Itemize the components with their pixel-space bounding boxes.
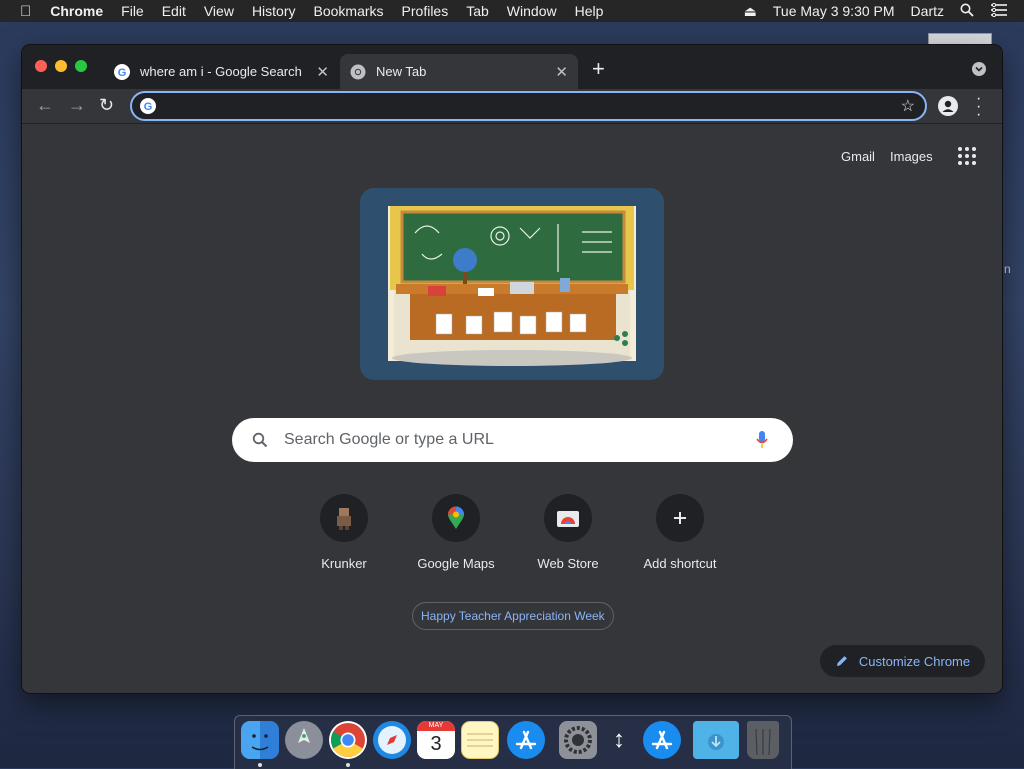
tab-search-icon[interactable] <box>972 62 986 76</box>
google-favicon-icon: G <box>114 63 130 80</box>
notes-icon[interactable] <box>461 721 499 759</box>
menu-view[interactable]: View <box>195 3 243 19</box>
system-preferences-icon[interactable] <box>559 721 597 759</box>
trash-icon[interactable] <box>747 721 779 759</box>
profile-avatar-icon[interactable] <box>938 96 958 116</box>
svg-text:G: G <box>144 101 153 113</box>
zoom-window-button[interactable] <box>75 60 87 72</box>
doodle-promo-chip[interactable]: Happy Teacher Appreciation Week <box>412 602 614 630</box>
back-icon[interactable]: ← <box>36 95 54 116</box>
images-link[interactable]: Images <box>890 149 933 164</box>
menu-window[interactable]: Window <box>498 3 566 19</box>
customize-chrome-button[interactable]: Customize Chrome <box>820 645 985 677</box>
tab-close-icon[interactable]: ✕ <box>555 63 568 81</box>
menu-history[interactable]: History <box>243 3 305 19</box>
address-input[interactable] <box>162 97 901 115</box>
app-store-icon[interactable] <box>643 721 681 759</box>
downloads-folder-icon[interactable] <box>693 721 739 759</box>
menu-bookmarks[interactable]: Bookmarks <box>305 3 393 19</box>
new-tab-page: Gmail Images Search Google or type a URL… <box>22 124 1002 693</box>
google-doodle[interactable] <box>360 188 664 380</box>
tab-title: New Tab <box>376 64 427 79</box>
forward-icon[interactable]: → <box>68 95 86 116</box>
doodle-classroom-illustration <box>388 206 636 366</box>
desktop-partial-text: n <box>1004 262 1011 276</box>
menu-file[interactable]: File <box>112 3 153 19</box>
omnibox[interactable]: G ☆ <box>130 91 927 121</box>
macos-menubar:  Chrome File Edit View History Bookmark… <box>0 0 1024 22</box>
search-icon <box>252 432 268 448</box>
menubar-clock[interactable]: Tue May 3 9:30 PM <box>765 3 903 19</box>
chrome-favicon-icon <box>350 64 366 79</box>
tab-google-search[interactable]: G where am i - Google Search ✕ <box>104 54 339 89</box>
calendar-day: 3 <box>430 733 442 755</box>
shortcut-krunker[interactable]: Krunker <box>288 494 400 571</box>
running-indicator <box>346 763 350 767</box>
tab-title: where am i - Google Search <box>140 64 302 79</box>
menu-help[interactable]: Help <box>566 3 613 19</box>
menu-profiles[interactable]: Profiles <box>393 3 458 19</box>
gmail-link[interactable]: Gmail <box>841 149 875 164</box>
menu-edit[interactable]: Edit <box>153 3 195 19</box>
google-apps-icon[interactable] <box>958 147 976 165</box>
tab-strip: G where am i - Google Search ✕ New Tab ✕… <box>22 45 1002 89</box>
shortcut-web-store[interactable]: Web Store <box>512 494 624 571</box>
close-window-button[interactable] <box>35 60 47 72</box>
chrome-icon[interactable] <box>329 721 367 759</box>
webstore-icon <box>544 494 592 542</box>
ntp-search-input[interactable] <box>282 430 755 450</box>
shortcut-label: Google Maps <box>417 556 495 571</box>
macos-dock: MAY 3 ↕ <box>234 715 792 769</box>
app-store-icon[interactable] <box>507 721 545 759</box>
apple-menu-icon[interactable]:  <box>0 3 41 20</box>
maps-pin-icon <box>432 494 480 542</box>
shortcut-label: Add shortcut <box>643 556 717 571</box>
tab-new-tab[interactable]: New Tab ✕ <box>340 54 578 89</box>
control-center-icon[interactable] <box>982 2 1024 20</box>
shortcut-google-maps[interactable]: Google Maps <box>400 494 512 571</box>
tab-close-icon[interactable]: ✕ <box>316 63 329 81</box>
reload-icon[interactable]: ↻ <box>99 95 114 116</box>
pencil-icon <box>836 656 847 666</box>
spotlight-icon[interactable] <box>952 3 982 20</box>
running-indicator <box>258 763 262 767</box>
krunker-icon <box>320 494 368 542</box>
voice-search-mic-icon[interactable] <box>755 430 769 450</box>
eject-icon[interactable]: ⏏ <box>736 3 765 20</box>
menu-tab[interactable]: Tab <box>457 3 498 19</box>
shortcut-label: Krunker <box>321 556 367 571</box>
menubar-user[interactable]: Dartz <box>903 3 952 19</box>
plus-icon <box>656 494 704 542</box>
shortcut-add[interactable]: Add shortcut <box>624 494 736 571</box>
resize-cursor-icon: ↕ <box>613 726 625 753</box>
launchpad-icon[interactable] <box>285 721 323 759</box>
ntp-search-box[interactable] <box>232 418 793 462</box>
bookmark-star-icon[interactable]: ☆ <box>901 96 915 116</box>
svg-text:G: G <box>118 67 127 79</box>
chrome-window: G where am i - Google Search ✕ New Tab ✕… <box>22 45 1002 693</box>
new-tab-button[interactable]: + <box>592 58 605 80</box>
chrome-menu-icon[interactable]: · · · <box>976 91 981 123</box>
app-menu-chrome[interactable]: Chrome <box>41 3 112 19</box>
minimize-window-button[interactable] <box>55 60 67 72</box>
finder-icon[interactable] <box>241 721 279 759</box>
calendar-icon[interactable]: MAY 3 <box>417 721 455 759</box>
safari-icon[interactable] <box>373 721 411 759</box>
shortcut-label: Web Store <box>537 556 599 571</box>
customize-chrome-label: Customize Chrome <box>858 653 971 669</box>
google-g-icon: G <box>140 98 156 114</box>
browser-toolbar: ← → ↻ G ☆ · · · <box>22 89 1002 124</box>
calendar-month: MAY <box>417 721 455 731</box>
